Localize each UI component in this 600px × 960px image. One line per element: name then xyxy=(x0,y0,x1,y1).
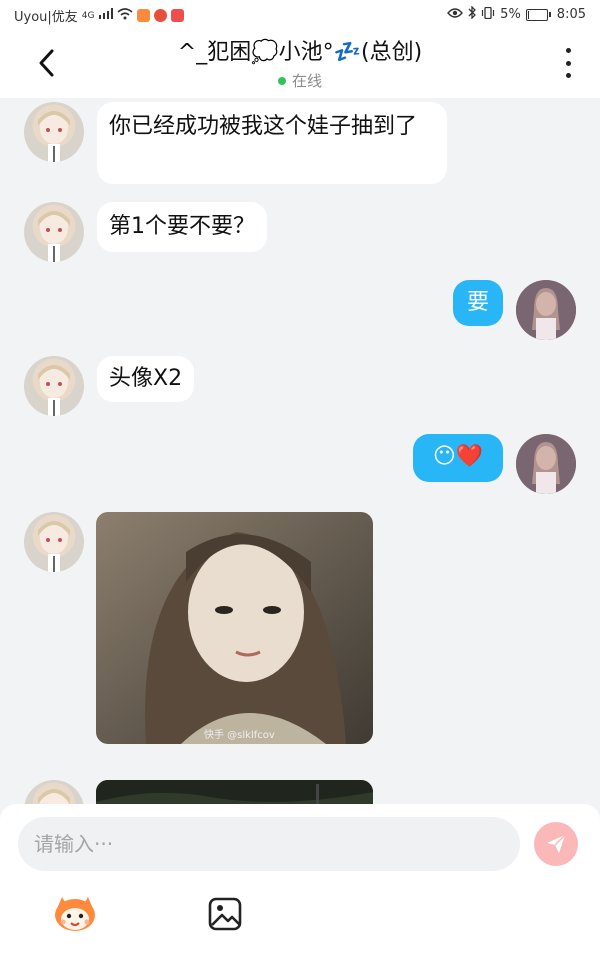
battery-percent: 5% xyxy=(500,7,521,22)
message-text: 第1个要不要？ xyxy=(109,214,255,239)
network-label: 4G xyxy=(81,10,95,21)
eye-icon xyxy=(447,7,464,22)
message-input[interactable] xyxy=(18,817,520,871)
app-notification-icon xyxy=(136,9,150,22)
photo-watermark: 快手 @slklfcov xyxy=(204,730,275,741)
portrait-photo xyxy=(96,512,373,744)
status-bar: Uyou|优友 4G 5% 8:05 xyxy=(0,0,600,28)
app-notification-icon xyxy=(170,9,184,22)
bluetooth-icon xyxy=(468,5,477,23)
back-button[interactable] xyxy=(32,46,62,80)
anime-avatar-icon xyxy=(38,365,70,416)
dark-photo xyxy=(96,780,373,804)
online-status: 在线 xyxy=(120,70,480,91)
more-dot xyxy=(565,73,571,78)
message-bubble-outgoing[interactable]: 😶❤️ xyxy=(413,434,503,482)
chat-header: ^_犯困💭小池°💤(总创) 在线 xyxy=(0,28,600,98)
battery-icon xyxy=(525,8,551,21)
mascot-sticker-icon xyxy=(55,897,95,931)
more-vertical-icon xyxy=(565,48,571,53)
chevron-left-icon xyxy=(39,49,54,77)
anime-avatar-icon xyxy=(38,211,70,262)
portrait-avatar-icon xyxy=(516,434,576,494)
signal-icon xyxy=(98,8,113,23)
input-bar xyxy=(0,804,600,960)
image-icon xyxy=(208,897,242,931)
contact-avatar[interactable] xyxy=(24,780,84,804)
more-options-button[interactable] xyxy=(562,48,574,78)
vibrate-icon xyxy=(481,6,495,23)
online-dot-icon xyxy=(277,76,286,85)
clock: 8:05 xyxy=(556,7,586,22)
contact-avatar[interactable] xyxy=(24,512,84,572)
portrait-avatar-icon xyxy=(516,280,576,340)
photo-message[interactable] xyxy=(96,780,373,804)
paper-plane-icon xyxy=(547,834,566,853)
message-bubble[interactable]: 你已经成功被我这个娃子抽到了 xyxy=(97,102,447,184)
anime-avatar-icon xyxy=(38,521,70,572)
anime-avatar-icon xyxy=(38,789,70,804)
emoji-text: 😶❤️ xyxy=(432,444,484,469)
contact-avatar[interactable] xyxy=(24,102,84,162)
more-dot xyxy=(565,60,571,66)
carrier-label: Uyou|优友 xyxy=(14,10,78,25)
contact-name: ^_犯困💭小池°💤(总创) xyxy=(177,40,423,65)
contact-info[interactable]: ^_犯困💭小池°💤(总创) 在线 xyxy=(120,34,480,91)
anime-avatar-icon xyxy=(38,111,70,162)
message-bubble-outgoing[interactable]: 要 xyxy=(453,280,503,326)
contact-avatar[interactable] xyxy=(24,356,84,416)
my-avatar[interactable] xyxy=(516,280,576,340)
my-avatar[interactable] xyxy=(516,434,576,494)
message-bubble[interactable]: 头像X2 xyxy=(97,356,195,402)
message-list[interactable]: 你已经成功被我这个娃子抽到了 第1个要不要？ 要 头像X2 😶❤️ 快手 @sl… xyxy=(0,98,600,804)
contact-avatar[interactable] xyxy=(24,202,84,262)
wifi-icon xyxy=(116,7,133,24)
message-text: 你已经成功被我这个娃子抽到了 xyxy=(109,114,418,139)
message-text: 头像X2 xyxy=(109,366,183,391)
online-status-label: 在线 xyxy=(291,72,322,90)
image-picker-button[interactable] xyxy=(208,897,242,931)
app-notification-icon xyxy=(153,9,167,22)
send-button[interactable] xyxy=(534,822,578,866)
photo-message[interactable]: 快手 @slklfcov xyxy=(96,512,373,744)
message-bubble[interactable]: 第1个要不要？ xyxy=(97,202,267,252)
sticker-button[interactable] xyxy=(52,893,98,933)
message-text: 要 xyxy=(466,290,489,315)
